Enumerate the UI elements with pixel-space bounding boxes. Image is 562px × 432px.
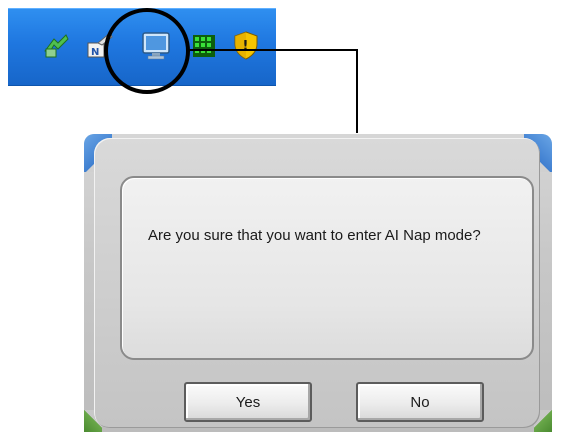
- callout-line: [356, 49, 358, 133]
- no-button[interactable]: No: [356, 382, 484, 422]
- confirmation-message: Are you sure that you want to enter AI N…: [148, 227, 481, 244]
- green-grid-icon[interactable]: [188, 29, 220, 61]
- confirmation-dialog: Are you sure that you want to enter AI N…: [84, 134, 552, 432]
- safely-remove-hardware-icon[interactable]: [40, 29, 72, 61]
- network-connection-icon[interactable]: N: [84, 29, 116, 61]
- taskbar-tray: N !: [8, 8, 276, 86]
- ai-nap-monitor-icon[interactable]: [140, 29, 172, 61]
- svg-text:!: !: [243, 39, 249, 54]
- dialog-frame: Are you sure that you want to enter AI N…: [94, 138, 540, 428]
- message-panel: Are you sure that you want to enter AI N…: [120, 176, 534, 360]
- svg-text:N: N: [91, 47, 99, 58]
- security-shield-icon[interactable]: !: [230, 29, 262, 61]
- yes-button[interactable]: Yes: [184, 382, 312, 422]
- callout-line: [186, 49, 358, 51]
